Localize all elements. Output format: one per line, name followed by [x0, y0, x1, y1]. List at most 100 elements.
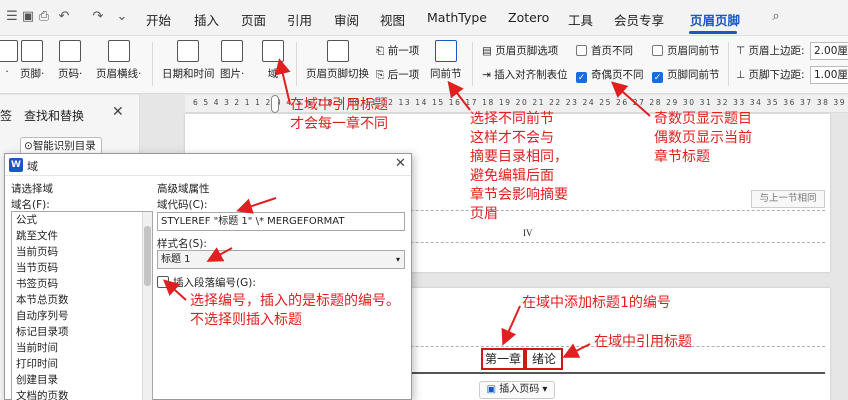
- search-icon[interactable]: ⌕: [768, 9, 784, 25]
- indent-marker[interactable]: [271, 95, 279, 113]
- dialog-title-bar: W 域 ✕: [5, 154, 411, 176]
- field-list-item[interactable]: 创建目录: [12, 372, 152, 388]
- close-icon[interactable]: ✕: [395, 156, 406, 171]
- field-list-item[interactable]: 文档的页数: [12, 388, 152, 400]
- footer-icon: [21, 40, 44, 62]
- page-number-button[interactable]: 页码·: [58, 40, 82, 81]
- redo-icon[interactable]: ↷: [90, 9, 106, 25]
- checkbox-checked-icon: ✓: [652, 72, 663, 83]
- odd-even-different-checkbox[interactable]: ✓ 奇偶页不同: [576, 66, 644, 84]
- field-list-item[interactable]: 当前页码: [12, 244, 152, 260]
- annotation-numbering: 选择编号，插入的是标题的编号。 不选择则插入标题: [190, 293, 400, 328]
- next-item-button[interactable]: ⎘ 后一项: [376, 66, 419, 84]
- same-as-prev-label: 同前节: [430, 68, 462, 80]
- field-list-item[interactable]: 当节页码: [12, 260, 152, 276]
- datetime-button[interactable]: 日期和时间: [162, 40, 215, 81]
- chevron-down-icon[interactable]: ⌄: [114, 9, 130, 25]
- switch-header-footer-button[interactable]: 页眉页脚切换: [306, 40, 369, 81]
- insert-align-tab-button[interactable]: ⇥ 插入对齐制表位: [482, 66, 568, 84]
- field-list-item[interactable]: 自动序列号: [12, 308, 152, 324]
- first-page-different-checkbox[interactable]: 首页不同: [576, 42, 633, 60]
- annotation-field-ref-title: 在域中引用标题 才会每一章不同: [290, 97, 388, 132]
- annotation-ref-title: 在域中引用标题: [594, 334, 692, 350]
- panel-tab-label[interactable]: 签: [0, 107, 12, 124]
- header-line-button[interactable]: 页眉横线·: [96, 40, 141, 81]
- checkbox-off: [652, 45, 663, 56]
- tab-insert[interactable]: 插入: [194, 10, 219, 29]
- style-name-value: 标题 1: [161, 254, 191, 265]
- tab-tools[interactable]: 工具: [568, 10, 593, 29]
- tab-references[interactable]: 引用: [287, 10, 312, 29]
- tab-home[interactable]: 开始: [146, 10, 171, 29]
- field-dialog: W 域 ✕ 请选择域 域名(F): 公式 跳至文件 当前页码 当节页码 书签页码 本节总页…: [4, 153, 412, 400]
- tab-view[interactable]: 视图: [380, 10, 405, 29]
- undo-icon[interactable]: ↶: [56, 9, 72, 25]
- tab-page[interactable]: 页面: [241, 10, 266, 29]
- insert-tab-label: 插入对齐制表位: [494, 69, 568, 81]
- tab-header-footer[interactable]: 页眉页脚: [690, 10, 740, 29]
- save-icon[interactable]: ▣: [20, 9, 36, 25]
- chapter-title-field[interactable]: 绪论: [525, 348, 563, 370]
- field-name-list[interactable]: 公式 跳至文件 当前页码 当节页码 书签页码 本节总页数 自动序列号 标记目录项 当前时间 打印时…: [11, 211, 153, 400]
- first-page-label: 首页不同: [591, 45, 633, 57]
- next-label: 后一项: [387, 69, 420, 81]
- field-list-item[interactable]: 当前时间: [12, 340, 152, 356]
- annotation-odd-even: 奇数页显示题目 偶数页显示当前 章节标题: [654, 111, 752, 165]
- field-label: 域: [267, 68, 279, 80]
- header-same-as-prev-checkbox[interactable]: 页眉同前节: [652, 42, 720, 60]
- scrollbar-thumb[interactable]: [144, 226, 151, 286]
- insert-para-num-label: 插入段落编号(G):: [173, 277, 256, 289]
- header-footer-options-button[interactable]: ▤ 页眉页脚选项: [482, 42, 558, 60]
- insert-page-number-button[interactable]: ▣ 插入页码 ▾: [479, 381, 555, 399]
- footer-same-as-prev-checkbox[interactable]: ✓ 页脚同前节: [652, 66, 720, 84]
- field-list-item[interactable]: 本节总页数: [12, 292, 152, 308]
- field-code-input[interactable]: STYLEREF "标题 1" \* MERGEFORMAT: [157, 212, 405, 231]
- same-as-previous-tag: 与上一节相同: [751, 190, 825, 208]
- field-list-item[interactable]: 跳至文件: [12, 228, 152, 244]
- ribbon-toolbar: · 页脚· 页码· 页眉横线· 日期和时间 图片· 域 页眉页脚切换 ⎗ 前一项…: [0, 36, 848, 94]
- header-button[interactable]: ·: [0, 40, 18, 78]
- options-icon: ▤: [482, 45, 496, 57]
- undo-history-icon[interactable]: ☰: [4, 9, 20, 25]
- scrollbar[interactable]: [142, 212, 152, 400]
- same-as-previous-button[interactable]: 同前节: [430, 40, 462, 81]
- checkbox-off: [576, 45, 587, 56]
- annotation-same-as-prev: 选择不同前节 这样才不会与 摘要目录相同， 避免编辑后面 章节会影响摘要 页眉: [470, 111, 568, 222]
- field-list-item[interactable]: 公式: [12, 212, 152, 228]
- style-name-label: 样式名(S):: [157, 238, 207, 250]
- field-list-item[interactable]: 书签页码: [12, 276, 152, 292]
- footer-bottom-margin-label: ⊥ 页脚下边距:: [736, 69, 805, 81]
- page-number-label: 页码: [58, 68, 79, 80]
- header-line-icon: [107, 40, 130, 62]
- tab-mathtype[interactable]: MathType: [427, 10, 487, 25]
- prev-item-button[interactable]: ⎗ 前一项: [376, 42, 419, 60]
- switch-icon: [326, 40, 349, 62]
- page-number-icon: [59, 40, 82, 62]
- header-margin-icon: ⊤: [736, 45, 749, 57]
- odd-even-label: 奇偶页不同: [591, 69, 644, 81]
- tab-member[interactable]: 会员专享: [614, 10, 664, 29]
- tab-zotero[interactable]: Zotero: [508, 10, 549, 25]
- field-list-item[interactable]: 打印时间: [12, 356, 152, 372]
- picture-button[interactable]: 图片·: [220, 40, 244, 81]
- print-icon[interactable]: ⎙: [36, 9, 52, 25]
- header-top-margin-input[interactable]: 2.00厘: [810, 42, 848, 60]
- footer-button[interactable]: 页脚·: [20, 40, 44, 81]
- page-number-icon: ▣: [486, 384, 500, 395]
- chapter-number-field[interactable]: 第一章: [481, 348, 525, 370]
- find-replace-tab[interactable]: 查找和替换: [24, 107, 84, 124]
- close-icon[interactable]: ✕: [112, 104, 124, 120]
- insert-paragraph-number-checkbox[interactable]: 插入段落编号(G):: [157, 275, 256, 290]
- footer-bottom-margin-input[interactable]: 1.00厘: [810, 66, 848, 84]
- choose-field-label: 请选择域: [11, 183, 53, 195]
- tab-review[interactable]: 审阅: [334, 10, 359, 29]
- datetime-label: 日期和时间: [162, 68, 215, 80]
- advanced-properties-label: 高级域属性: [157, 183, 210, 195]
- header-line-label: 页眉横线: [96, 68, 138, 80]
- header-top-margin-label: ⊤ 页眉上边距:: [736, 45, 805, 57]
- link-previous-icon: [434, 40, 457, 62]
- field-icon: [262, 40, 284, 62]
- style-name-select[interactable]: 标题 1 ▾: [157, 250, 405, 269]
- field-button[interactable]: 域: [262, 40, 284, 81]
- field-list-item[interactable]: 标记目录项: [12, 324, 152, 340]
